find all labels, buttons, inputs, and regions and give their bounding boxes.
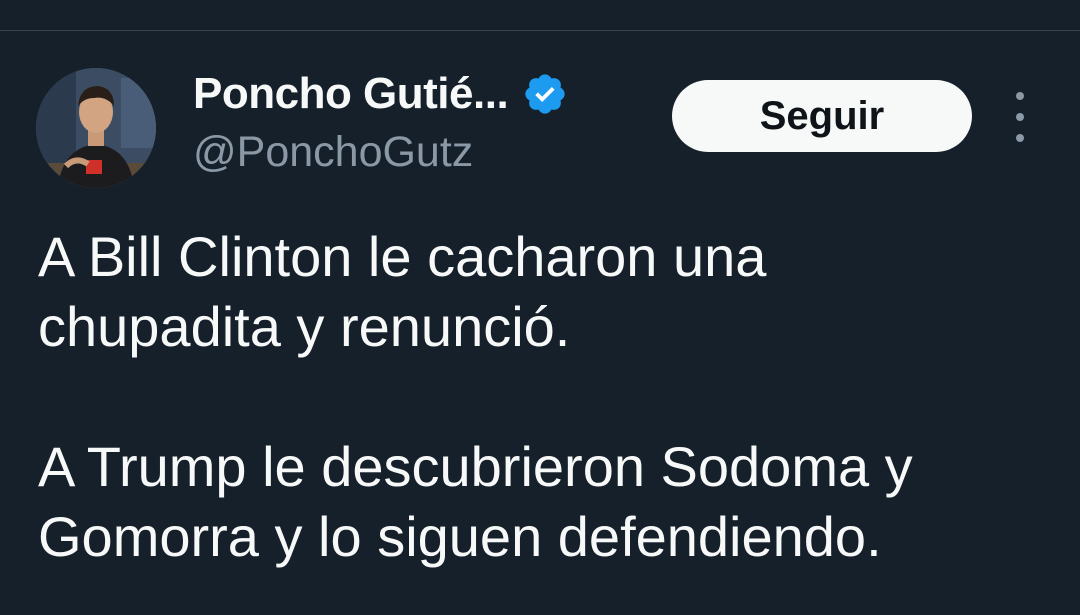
top-divider	[0, 30, 1080, 31]
follow-button[interactable]: Seguir	[672, 80, 972, 152]
author-display-name[interactable]: Poncho Gutié...	[193, 69, 509, 119]
tweet-text-line: A Trump le descubrieron Sodoma y	[38, 435, 913, 498]
tweet-text-line: chupadita y renunció.	[38, 295, 571, 358]
author-handle[interactable]: @PonchoGutz	[193, 128, 473, 177]
more-dot	[1016, 92, 1024, 100]
more-dot	[1016, 113, 1024, 121]
avatar-photo	[36, 68, 156, 188]
tweet-text-line: Gomorra y lo siguen defendiendo.	[38, 505, 882, 568]
author-name-row[interactable]: Poncho Gutié...	[193, 66, 568, 122]
tweet-text-line: A Bill Clinton le cacharon una	[38, 225, 767, 288]
verified-badge-icon	[522, 71, 568, 117]
avatar[interactable]	[36, 68, 156, 188]
more-options-icon[interactable]	[1004, 92, 1036, 142]
more-dot	[1016, 134, 1024, 142]
tweet-text: A Bill Clinton le cacharon una chupadita…	[38, 222, 1048, 572]
